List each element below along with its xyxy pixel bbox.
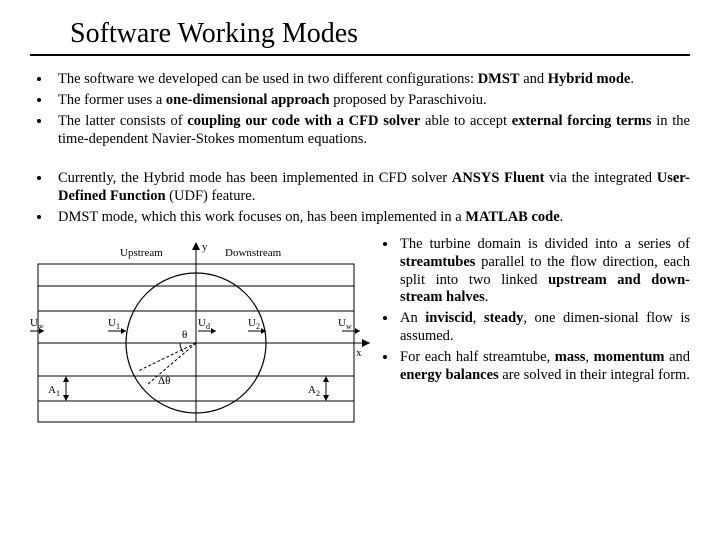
- list-item: For each half streamtube, mass, momentum…: [398, 349, 690, 385]
- svg-text:Uw: Uw: [338, 317, 352, 331]
- downstream-label: Downstream: [225, 247, 282, 259]
- list-item: DMST mode, which this work focuses on, h…: [52, 208, 690, 226]
- svg-text:A1: A1: [48, 384, 60, 398]
- dtheta-label: Δθ: [158, 375, 170, 387]
- a2-label: A2: [308, 376, 329, 401]
- upstream-label: Upstream: [120, 247, 163, 259]
- list-item: The turbine domain is divided into a ser…: [398, 236, 690, 307]
- x-axis-label: x: [356, 347, 362, 359]
- list-item: An inviscid, steady, one dimen-sional fl…: [398, 310, 690, 346]
- a1-label: A1: [48, 376, 69, 401]
- svg-text:U1: U1: [108, 317, 120, 331]
- bullet-group-a: The software we developed can be used in…: [30, 70, 690, 149]
- y-axis-label: y: [202, 241, 208, 253]
- list-item: The former uses a one-dimensional approa…: [52, 91, 690, 109]
- list-item: The latter consists of coupling our code…: [52, 112, 690, 148]
- list-item: The software we developed can be used in…: [52, 70, 690, 88]
- svg-text:A2: A2: [308, 384, 320, 398]
- uw-arrow: Uw: [338, 317, 360, 334]
- bullet-group-b: Currently, the Hybrid mode has been impl…: [30, 169, 690, 226]
- bullet-group-c: The turbine domain is divided into a ser…: [378, 236, 690, 385]
- streamtube-diagram: Upstream Downstream y x θ Δθ U∞ U1: [30, 236, 370, 436]
- ud-arrow: Ud: [198, 317, 216, 334]
- svg-text:U2: U2: [248, 317, 260, 331]
- list-item: Currently, the Hybrid mode has been impl…: [52, 169, 690, 205]
- svg-text:U∞: U∞: [30, 317, 44, 331]
- theta-label: θ: [182, 329, 187, 341]
- u1-arrow: U1: [108, 317, 126, 334]
- u-inf-arrow: U∞: [30, 317, 44, 334]
- page-title: Software Working Modes: [30, 18, 690, 56]
- svg-text:Ud: Ud: [198, 317, 210, 331]
